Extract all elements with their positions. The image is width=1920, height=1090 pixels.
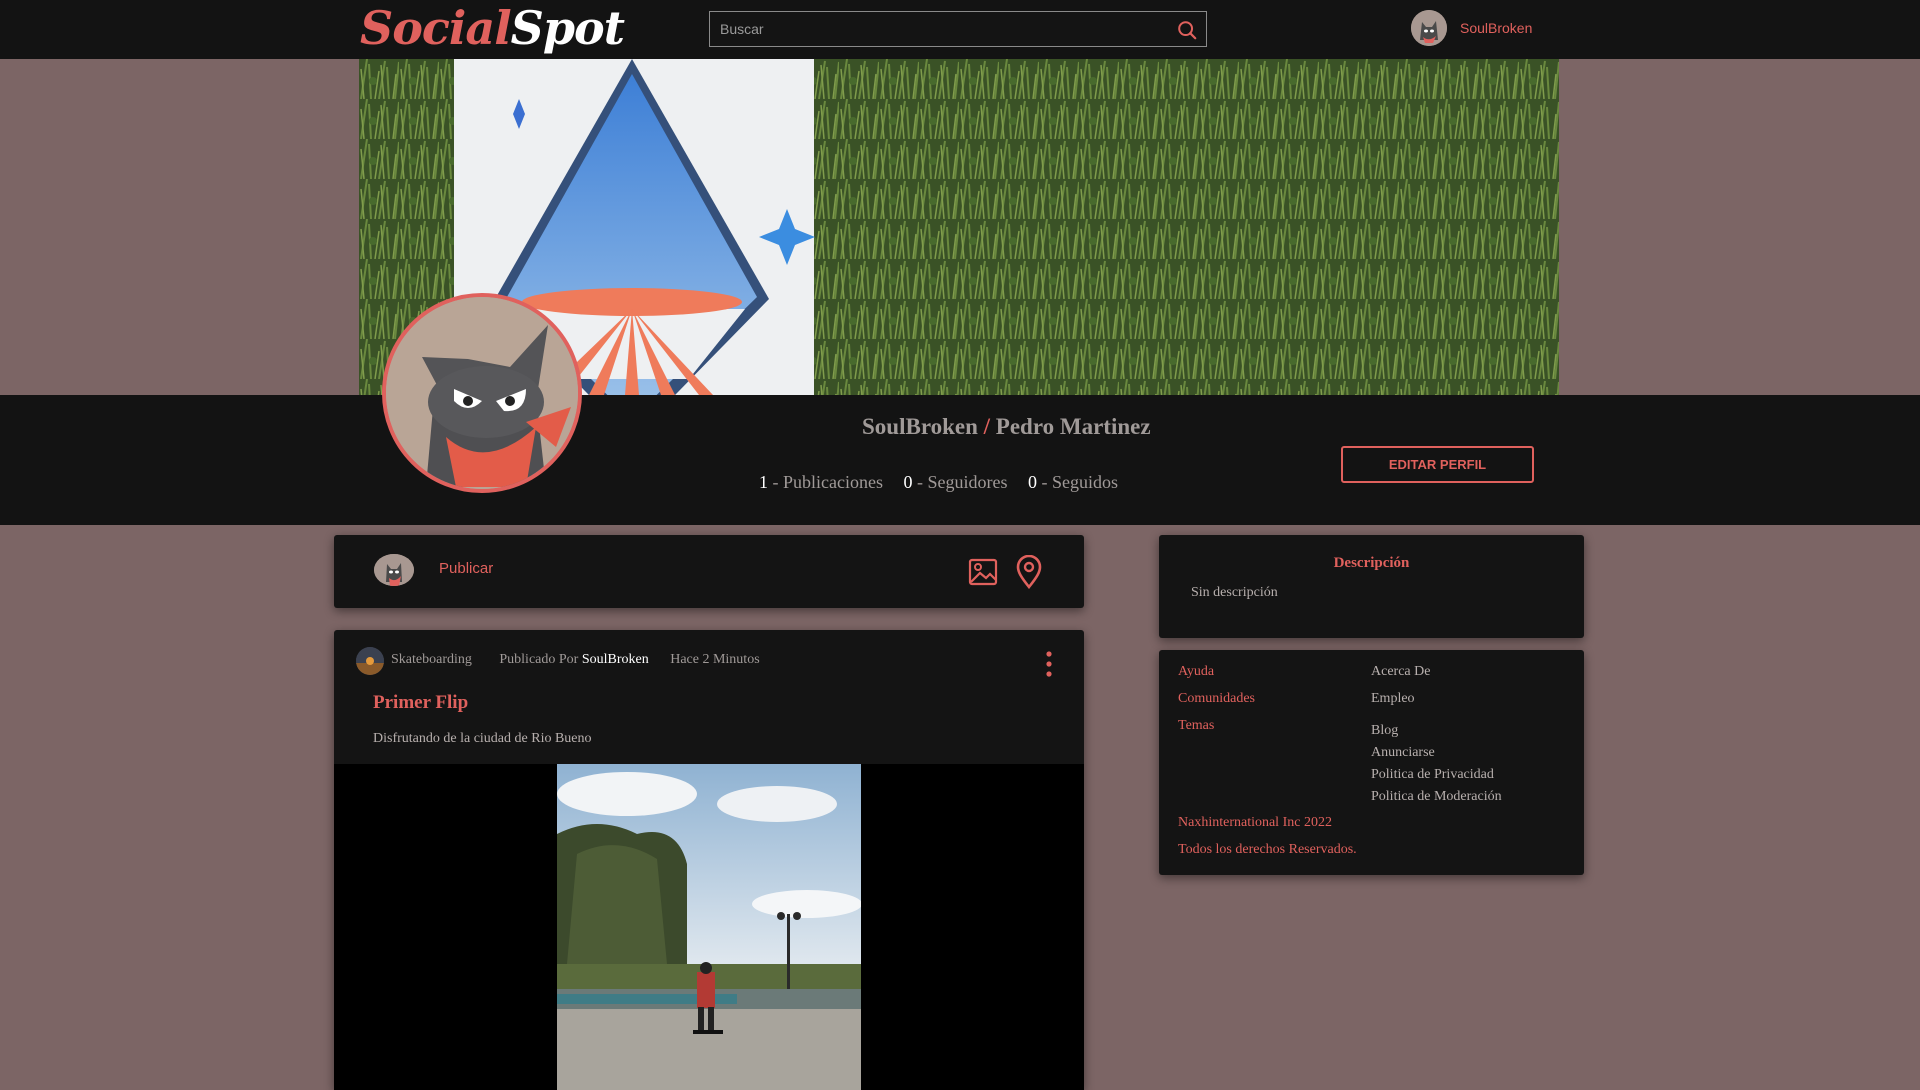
post-description: Disfrutando de la ciudad de Rio Bueno xyxy=(373,731,592,746)
username-link[interactable]: SoulBroken xyxy=(1460,20,1532,36)
name-separator: / xyxy=(983,414,991,439)
published-by-label: Publicado Por xyxy=(499,652,579,667)
user-menu[interactable]: SoulBroken xyxy=(1411,10,1532,48)
post-photo[interactable] xyxy=(557,764,861,1090)
link-acerca-de[interactable]: Acerca De xyxy=(1371,664,1430,680)
profile-full-name: Pedro Martinez xyxy=(995,414,1151,439)
community-avatar[interactable] xyxy=(356,647,384,675)
link-comunidades[interactable]: Comunidades xyxy=(1178,691,1255,707)
location-pin-icon[interactable] xyxy=(1014,555,1044,589)
top-navbar: SocialSpot SoulBroken xyxy=(0,0,1920,59)
logo-part-spot: Spot xyxy=(510,1,625,55)
link-anunciarse[interactable]: Anunciarse xyxy=(1371,745,1435,761)
search-input[interactable] xyxy=(710,12,1170,46)
link-blog[interactable]: Blog xyxy=(1371,723,1398,739)
cat-avatar-icon xyxy=(386,297,578,489)
profile-username: SoulBroken xyxy=(862,414,978,439)
description-text: Sin descripción xyxy=(1191,585,1278,600)
stat-count: 0 xyxy=(1027,472,1037,492)
description-card: Descripción Sin descripción xyxy=(1159,535,1584,638)
community-name[interactable]: Skateboarding xyxy=(391,652,472,667)
stat-label: - Seguidores xyxy=(916,472,1008,492)
link-temas[interactable]: Temas xyxy=(1178,718,1214,734)
link-empleo[interactable]: Empleo xyxy=(1371,691,1415,707)
cat-avatar-icon xyxy=(374,554,414,586)
avatar[interactable] xyxy=(1411,10,1447,46)
stat-seguidos[interactable]: 0 - Seguidos xyxy=(1028,472,1118,493)
stat-count: 0 xyxy=(903,472,913,492)
profile-name: SoulBroken / Pedro Martinez xyxy=(862,414,1151,440)
search-bar xyxy=(709,11,1207,47)
stat-label: - Seguidos xyxy=(1041,472,1118,492)
search-icon[interactable] xyxy=(1176,19,1198,41)
link-privacidad[interactable]: Politica de Privacidad xyxy=(1371,767,1494,783)
skatepark-photo-icon xyxy=(557,764,861,1090)
post-author[interactable]: SoulBroken xyxy=(582,652,649,667)
footer-links-card: Ayuda Comunidades Temas Acerca De Empleo… xyxy=(1159,650,1584,875)
link-moderacion[interactable]: Politica de Moderación xyxy=(1371,789,1502,805)
copyright-text: Todos los derechos Reservados. xyxy=(1178,842,1357,857)
logo-part-social: Social xyxy=(360,1,512,55)
link-ayuda[interactable]: Ayuda xyxy=(1178,664,1214,680)
community-icon xyxy=(356,647,384,675)
profile-stats: 1 - Publicaciones 0 - Seguidores 0 - Seg… xyxy=(759,472,1134,493)
stat-seguidores[interactable]: 0 - Seguidores xyxy=(903,472,1007,493)
post-meta: Skateboarding Publicado Por SoulBroken H… xyxy=(391,652,760,668)
stat-label: - Publicaciones xyxy=(772,472,883,492)
image-upload-icon[interactable] xyxy=(968,557,998,587)
post-card: Skateboarding Publicado Por SoulBroken H… xyxy=(334,630,1084,1090)
profile-avatar[interactable] xyxy=(382,293,582,493)
publish-button[interactable]: Publicar xyxy=(439,560,493,577)
post-composer: Publicar xyxy=(334,535,1084,608)
edit-profile-button[interactable]: EDITAR PERFIL xyxy=(1341,446,1534,483)
description-title: Descripción xyxy=(1333,555,1410,571)
logo[interactable]: SocialSpot xyxy=(360,0,625,59)
post-media xyxy=(334,764,1084,1090)
post-time: Hace 2 Minutos xyxy=(670,652,760,667)
cat-avatar-icon xyxy=(1411,10,1447,46)
post-title[interactable]: Primer Flip xyxy=(373,692,468,714)
stat-publicaciones[interactable]: 1 - Publicaciones xyxy=(759,472,883,493)
more-options-icon[interactable] xyxy=(1045,651,1053,677)
stat-count: 1 xyxy=(759,472,768,492)
avatar xyxy=(374,554,414,586)
company-name: Naxhinternational Inc 2022 xyxy=(1178,815,1332,830)
